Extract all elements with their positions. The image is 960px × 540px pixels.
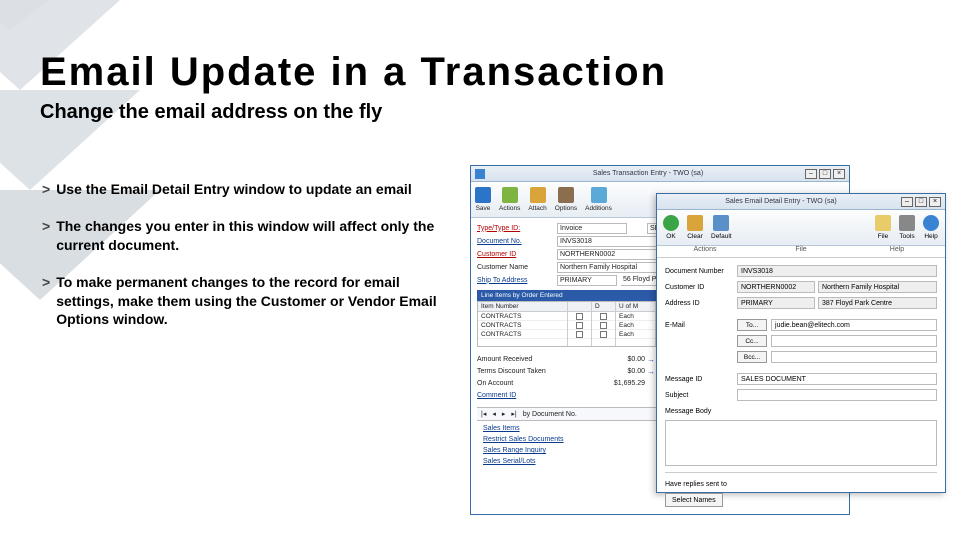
nav-last-icon[interactable]: ▸|	[511, 410, 516, 418]
bullet-text: The changes you enter in this window wil…	[56, 217, 452, 255]
custid-extra: Northern Family Hospital	[818, 281, 937, 293]
type-label: Type/Type ID:	[477, 225, 557, 232]
message-body-field[interactable]	[665, 420, 937, 466]
amt-received-label: Amount Received	[477, 356, 587, 363]
body-label: Message Body	[665, 408, 737, 415]
grid-cell[interactable]: Each	[616, 330, 655, 339]
sales-email-detail-entry-window: Sales Email Detail Entry - TWO (sa) – □ …	[656, 193, 946, 493]
to-button[interactable]: To...	[737, 319, 767, 331]
maximize-button[interactable]: □	[819, 169, 831, 179]
nav-prev-icon[interactable]: ◂	[492, 410, 496, 418]
file-button[interactable]: File	[875, 215, 891, 240]
checkbox[interactable]	[600, 313, 607, 320]
close-button[interactable]: ×	[833, 169, 845, 179]
screenshot-region: Sales Transaction Entry - TWO (sa) – □ ×…	[470, 165, 950, 535]
bcc-button[interactable]: Bcc...	[737, 351, 767, 363]
tools-button[interactable]: Tools	[899, 215, 915, 240]
grid-col-uofm: U of M	[616, 302, 655, 312]
bullet-list: > Use the Email Detail Entry window to up…	[42, 180, 452, 347]
app-icon	[475, 169, 485, 179]
subbar-actions: Actions	[657, 246, 753, 257]
custid-label: Customer ID	[665, 284, 737, 291]
checkbox[interactable]	[576, 331, 583, 338]
docnum-value: INVS3018	[737, 265, 937, 277]
grid-col	[568, 302, 591, 312]
clear-button[interactable]: Clear	[687, 215, 703, 240]
slide-subtitle: Change the email address on the fly	[40, 101, 920, 124]
grid-cell[interactable]: Each	[616, 312, 655, 321]
addrid-extra: 387 Floyd Park Centre	[818, 297, 937, 309]
bullet-marker: >	[42, 180, 50, 199]
slide-title: Email Update in a Transaction	[40, 50, 920, 95]
additions-button[interactable]: Additions	[585, 187, 612, 212]
shipto-value[interactable]: PRIMARY	[557, 275, 617, 286]
subbar-file: File	[753, 246, 849, 257]
nav-next-icon[interactable]: ▸	[502, 410, 506, 418]
grid-col-d: D	[592, 302, 615, 312]
custname-label: Customer Name	[477, 264, 557, 271]
attach-button[interactable]: Attach	[528, 187, 546, 212]
help-button[interactable]: Help	[923, 215, 939, 240]
comment-id-label[interactable]: Comment ID	[477, 392, 587, 399]
save-button[interactable]: Save	[475, 187, 491, 212]
bullet-marker: >	[42, 217, 50, 255]
maximize-button[interactable]: □	[915, 197, 927, 207]
grid-col-item: Item Number	[478, 302, 567, 312]
grid-cell[interactable]: Each	[616, 321, 655, 330]
addrid-label: Address ID	[665, 300, 737, 307]
window-title: Sales Transaction Entry - TWO (sa)	[491, 170, 805, 177]
minimize-button[interactable]: –	[901, 197, 913, 207]
onacct-value: $1,695.29	[587, 380, 647, 387]
ok-button[interactable]: OK	[663, 215, 679, 240]
disc-taken-value: $0.00	[587, 368, 647, 375]
checkbox[interactable]	[600, 331, 607, 338]
custid-label: Customer ID	[477, 251, 557, 258]
subject-field[interactable]	[737, 389, 937, 401]
disc-taken-label: Terms Discount Taken	[477, 368, 587, 375]
custid-value: NORTHERN0002	[737, 281, 815, 293]
options-button[interactable]: Options	[555, 187, 577, 212]
msgid-field[interactable]: SALES DOCUMENT	[737, 373, 937, 385]
default-button[interactable]: Default	[711, 215, 732, 240]
subbar-help: Help	[849, 246, 945, 257]
replies-field[interactable]	[729, 493, 937, 507]
type-value[interactable]: Invoice	[557, 223, 627, 234]
window-title: Sales Email Detail Entry - TWO (sa)	[661, 198, 901, 205]
shipto-label: Ship To Address	[477, 277, 557, 284]
subject-label: Subject	[665, 392, 737, 399]
checkbox[interactable]	[576, 313, 583, 320]
amt-received-value: $0.00	[587, 356, 647, 363]
bcc-field[interactable]	[771, 351, 937, 363]
bullet-marker: >	[42, 273, 50, 330]
cc-field[interactable]	[771, 335, 937, 347]
checkbox[interactable]	[576, 322, 583, 329]
grid-cell[interactable]: CONTRACTS	[478, 321, 567, 330]
nav-sort-label: by Document No.	[523, 411, 577, 418]
to-field[interactable]: judie.bean@elitech.com	[771, 319, 937, 331]
replies-label: Have replies sent to	[665, 481, 765, 488]
close-button[interactable]: ×	[929, 197, 941, 207]
cc-button[interactable]: Cc...	[737, 335, 767, 347]
bullet-text: To make permanent changes to the record …	[56, 273, 452, 330]
bullet-text: Use the Email Detail Entry window to upd…	[56, 180, 412, 199]
select-names-button[interactable]: Select Names	[665, 493, 723, 507]
onacct-label: On Account	[477, 380, 587, 387]
docnum-label: Document Number	[665, 268, 737, 275]
nav-first-icon[interactable]: |◂	[481, 410, 486, 418]
actions-button[interactable]: Actions	[499, 187, 520, 212]
docno-label: Document No.	[477, 238, 557, 245]
grid-cell[interactable]: CONTRACTS	[478, 330, 567, 339]
grid-cell[interactable]: CONTRACTS	[478, 312, 567, 321]
minimize-button[interactable]: –	[805, 169, 817, 179]
email-label: E-Mail	[665, 322, 737, 329]
checkbox[interactable]	[600, 322, 607, 329]
msgid-label: Message ID	[665, 376, 737, 383]
addrid-value: PRIMARY	[737, 297, 815, 309]
